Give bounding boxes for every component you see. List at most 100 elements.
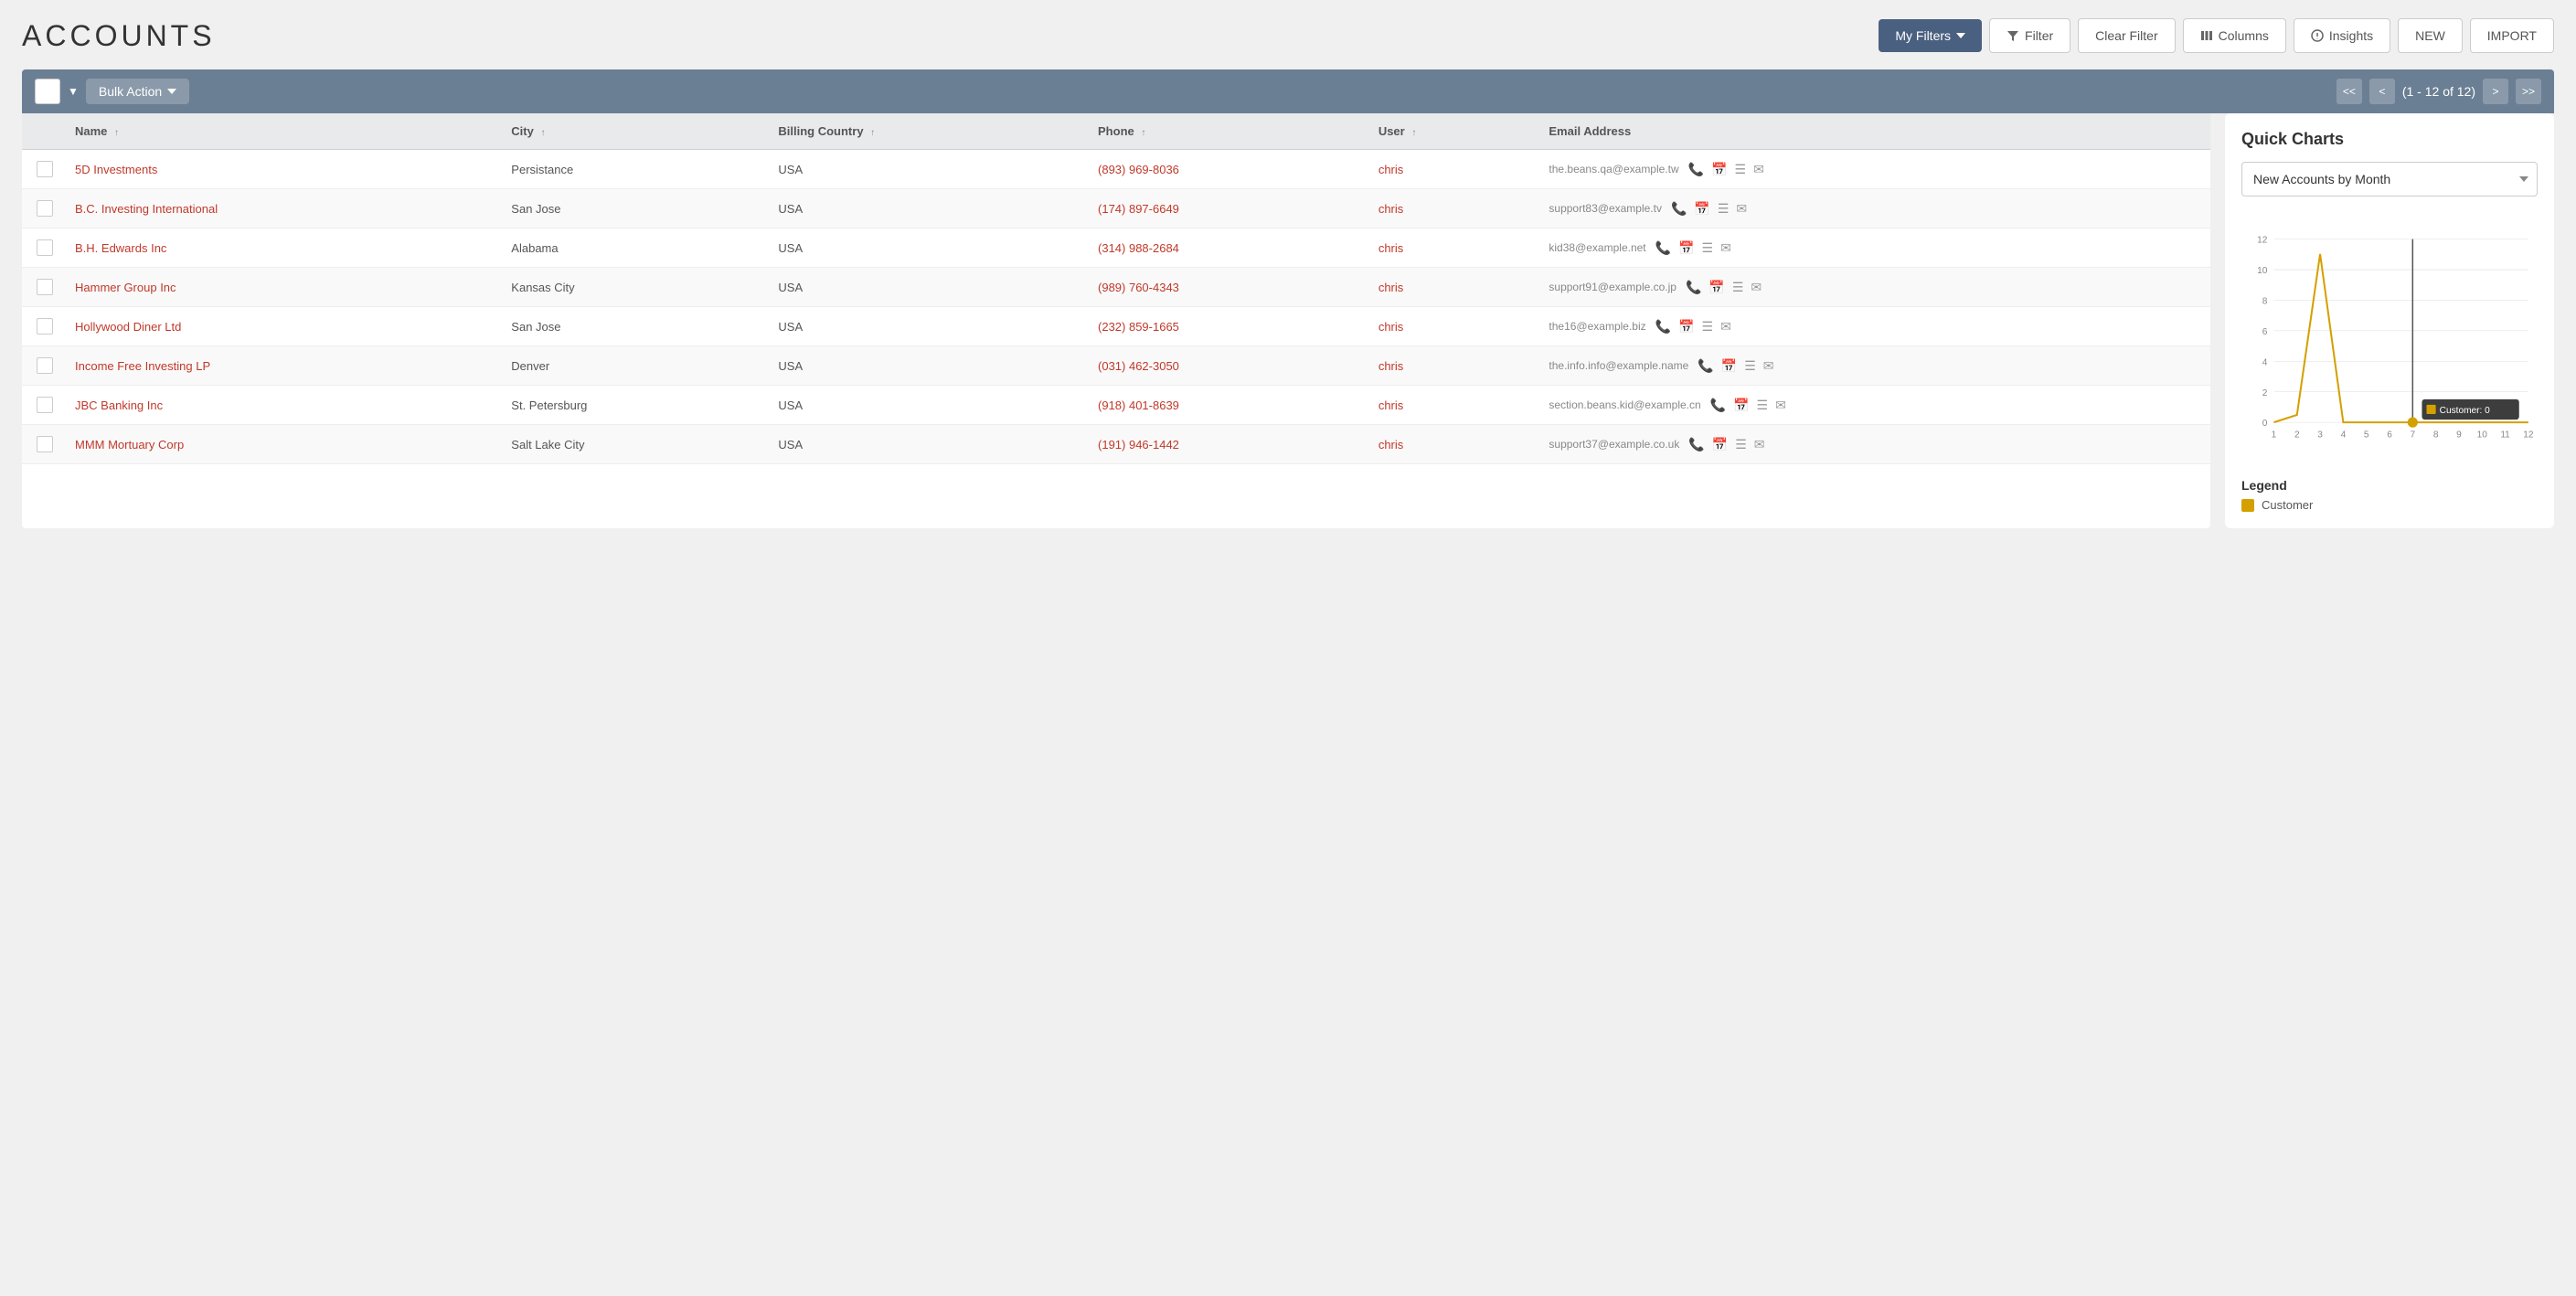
chart-line (2273, 254, 2528, 422)
calendar-action-icon[interactable]: 📅 (1678, 240, 1694, 256)
row-name-link[interactable]: JBC Banking Inc (75, 398, 163, 412)
list-action-icon[interactable]: ☰ (1744, 358, 1756, 374)
filter-button[interactable]: Filter (1989, 18, 2070, 53)
row-name-link[interactable]: Income Free Investing LP (75, 359, 210, 373)
row-email-text: kid38@example.net (1549, 241, 1645, 254)
svg-text:10: 10 (2257, 266, 2268, 276)
row-checkbox[interactable] (37, 279, 53, 295)
table-row: Hammer Group Inc Kansas City USA (989) 7… (22, 268, 2210, 307)
list-action-icon[interactable]: ☰ (1757, 398, 1769, 413)
email-action-icon[interactable]: ✉ (1754, 437, 1765, 452)
row-phone-link[interactable]: (918) 401-8639 (1098, 398, 1179, 412)
row-phone-link[interactable]: (314) 988-2684 (1098, 241, 1179, 255)
phone-action-icon[interactable]: 📞 (1655, 240, 1671, 256)
line-chart-svg: 0 2 4 6 8 10 12 (2241, 211, 2538, 467)
calendar-action-icon[interactable]: 📅 (1721, 358, 1737, 374)
row-checkbox[interactable] (37, 357, 53, 374)
row-name-link[interactable]: 5D Investments (75, 163, 157, 176)
row-user-link[interactable]: chris (1378, 398, 1403, 412)
table-body: 5D Investments Persistance USA (893) 969… (22, 150, 2210, 464)
row-user-link[interactable]: chris (1378, 359, 1403, 373)
row-name-link[interactable]: Hollywood Diner Ltd (75, 320, 181, 334)
phone-action-icon[interactable]: 📞 (1710, 398, 1726, 413)
row-name-link[interactable]: Hammer Group Inc (75, 281, 176, 294)
columns-button[interactable]: Columns (2183, 18, 2286, 53)
row-user-link[interactable]: chris (1378, 438, 1403, 451)
table-header-name[interactable]: Name ↑ (60, 113, 496, 150)
svg-text:4: 4 (2341, 430, 2347, 440)
row-email-cell: section.beans.kid@example.cn 📞 📅 ☰ ✉ (1534, 386, 2210, 425)
row-user-link[interactable]: chris (1378, 281, 1403, 294)
insights-button[interactable]: Insights (2294, 18, 2390, 53)
bulk-action-button[interactable]: Bulk Action (86, 79, 189, 104)
my-filters-button[interactable]: My Filters (1879, 19, 1982, 52)
phone-action-icon[interactable]: 📞 (1686, 280, 1701, 295)
row-checkbox[interactable] (37, 318, 53, 335)
phone-action-icon[interactable]: 📞 (1671, 201, 1687, 217)
row-name-link[interactable]: B.C. Investing International (75, 202, 218, 216)
email-action-icon[interactable]: ✉ (1751, 280, 1762, 295)
new-button[interactable]: NEW (2398, 18, 2463, 53)
next-page-button[interactable]: > (2483, 79, 2508, 104)
row-checkbox[interactable] (37, 239, 53, 256)
last-page-button[interactable]: >> (2516, 79, 2541, 104)
row-user-link[interactable]: chris (1378, 320, 1403, 334)
select-all-checkbox[interactable] (35, 79, 60, 104)
row-phone-link[interactable]: (989) 760-4343 (1098, 281, 1179, 294)
calendar-action-icon[interactable]: 📅 (1733, 398, 1749, 413)
row-checkbox[interactable] (37, 161, 53, 177)
row-name-link[interactable]: MMM Mortuary Corp (75, 438, 184, 451)
row-user-link[interactable]: chris (1378, 241, 1403, 255)
row-phone-link[interactable]: (191) 946-1442 (1098, 438, 1179, 451)
calendar-action-icon[interactable]: 📅 (1708, 280, 1724, 295)
email-action-icon[interactable]: ✉ (1720, 240, 1731, 256)
phone-action-icon[interactable]: 📞 (1655, 319, 1671, 335)
list-action-icon[interactable]: ☰ (1702, 240, 1714, 256)
phone-action-icon[interactable]: 📞 (1698, 358, 1713, 374)
accounts-table: Name ↑ City ↑ Billing Country ↑ Phone ↑ … (22, 113, 2210, 464)
table-header-city[interactable]: City ↑ (496, 113, 763, 150)
row-phone-link[interactable]: (232) 859-1665 (1098, 320, 1179, 334)
row-phone-link[interactable]: (031) 462-3050 (1098, 359, 1179, 373)
svg-text:0: 0 (2262, 419, 2268, 429)
clear-filter-button[interactable]: Clear Filter (2078, 18, 2175, 53)
toolbar-left: ▼ Bulk Action (35, 79, 189, 104)
row-phone-link[interactable]: (174) 897-6649 (1098, 202, 1179, 216)
row-phone-link[interactable]: (893) 969-8036 (1098, 163, 1179, 176)
table-header-billing-country[interactable]: Billing Country ↑ (763, 113, 1083, 150)
phone-action-icon[interactable]: 📞 (1688, 162, 1704, 177)
prev-page-button[interactable]: < (2369, 79, 2395, 104)
row-user-link[interactable]: chris (1378, 163, 1403, 176)
calendar-action-icon[interactable]: 📅 (1711, 162, 1727, 177)
calendar-action-icon[interactable]: 📅 (1712, 437, 1728, 452)
email-action-icon[interactable]: ✉ (1753, 162, 1764, 177)
first-page-button[interactable]: << (2336, 79, 2362, 104)
phone-sort-icon: ↑ (1141, 128, 1145, 138)
list-action-icon[interactable]: ☰ (1735, 437, 1747, 452)
table-header-phone[interactable]: Phone ↑ (1083, 113, 1364, 150)
list-action-icon[interactable]: ☰ (1718, 201, 1730, 217)
svg-text:12: 12 (2523, 430, 2534, 440)
list-action-icon[interactable]: ☰ (1732, 280, 1744, 295)
phone-action-icon[interactable]: 📞 (1688, 437, 1704, 452)
import-button[interactable]: IMPORT (2470, 18, 2554, 53)
calendar-action-icon[interactable]: 📅 (1678, 319, 1694, 335)
list-action-icon[interactable]: ☰ (1735, 162, 1747, 177)
row-checkbox[interactable] (37, 200, 53, 217)
list-action-icon[interactable]: ☰ (1702, 319, 1714, 335)
row-user-link[interactable]: chris (1378, 202, 1403, 216)
chart-type-select[interactable]: New Accounts by Month (2241, 162, 2538, 197)
page-container: ACCOUNTS My Filters Filter Clear Filter … (0, 0, 2576, 1296)
email-action-icon[interactable]: ✉ (1736, 201, 1747, 217)
row-checkbox[interactable] (37, 436, 53, 452)
calendar-action-icon[interactable]: 📅 (1694, 201, 1709, 217)
row-action-icons: 📞 📅 ☰ ✉ (1688, 162, 1764, 177)
chart-data-point (2408, 418, 2417, 427)
table-header-user[interactable]: User ↑ (1364, 113, 1535, 150)
email-action-icon[interactable]: ✉ (1720, 319, 1731, 335)
email-action-icon[interactable]: ✉ (1763, 358, 1774, 374)
row-checkbox[interactable] (37, 397, 53, 413)
table-row: JBC Banking Inc St. Petersburg USA (918)… (22, 386, 2210, 425)
email-action-icon[interactable]: ✉ (1775, 398, 1786, 413)
row-name-link[interactable]: B.H. Edwards Inc (75, 241, 166, 255)
